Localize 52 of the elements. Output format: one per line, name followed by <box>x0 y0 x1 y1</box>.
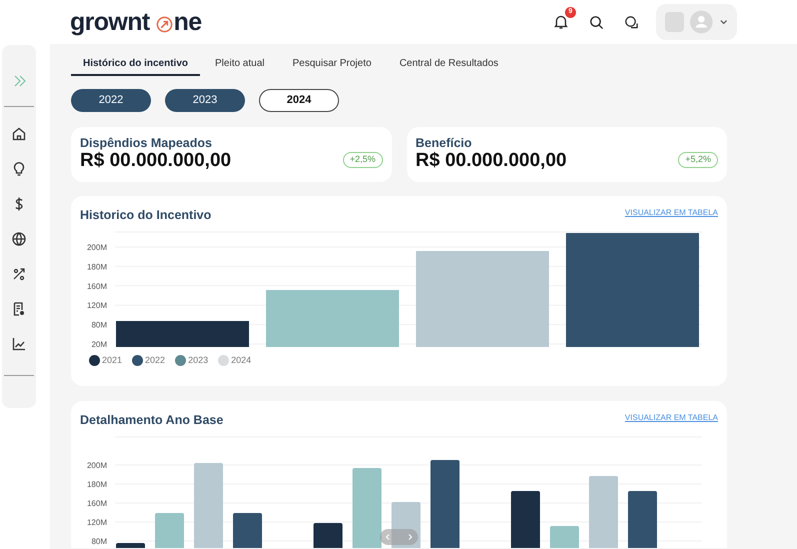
tab[interactable]: Pesquisar Projeto <box>280 52 384 76</box>
logo-text: ne <box>174 10 202 34</box>
chat-bubbles-icon <box>624 14 638 30</box>
search-icon <box>588 14 604 30</box>
year-filter-button[interactable]: 2023 <box>165 89 245 112</box>
legend-label: 2024 <box>231 354 252 367</box>
bar <box>314 522 342 548</box>
legend-label: 2023 <box>188 354 208 367</box>
tab[interactable]: Pleito atual <box>203 52 276 76</box>
bar <box>116 542 145 548</box>
kpi-title: Dispêndios Mapeados <box>80 136 213 150</box>
axis-label: 20M <box>91 340 107 349</box>
axis-label: 120M <box>86 300 107 310</box>
kpi-value: R$ 00.000.000,00 <box>80 150 232 172</box>
home-icon <box>11 126 27 142</box>
bar <box>511 490 540 548</box>
axis-label: 80M <box>91 536 107 546</box>
kpi-value: R$ 00.000.000,00 <box>416 150 567 172</box>
axis-label: 80M <box>91 320 107 330</box>
axis-label: 160M <box>86 498 107 508</box>
axis-label: 180M <box>86 480 107 489</box>
lightbulb-icon <box>11 161 27 177</box>
bar <box>392 502 420 548</box>
legend-label: 2021 <box>102 354 122 367</box>
tab[interactable]: Histórico do incentivo <box>71 52 200 76</box>
bell-icon <box>553 14 569 30</box>
document-icon <box>11 301 27 317</box>
year-filter-button[interactable]: 2022 <box>71 89 151 112</box>
change-badge: +2,5% <box>342 152 382 168</box>
change-badge: +5,2% <box>678 152 718 168</box>
chart-title: Detalhamento Ano Base <box>80 412 224 429</box>
axis-label: 200M <box>86 460 107 470</box>
percent-arrow-icon <box>11 266 27 282</box>
axis-label: 200M <box>86 242 107 252</box>
kpi-title: Benefício <box>416 136 473 150</box>
bar <box>628 490 657 548</box>
bar <box>550 526 579 548</box>
line-chart-icon <box>11 336 27 352</box>
bar <box>233 512 262 548</box>
avatar-icon <box>690 10 713 34</box>
logo-text: grownt <box>70 10 150 34</box>
legend-label: 2022 <box>145 354 166 367</box>
globe-icon <box>11 231 27 247</box>
bar <box>155 512 184 548</box>
chart-title: Historico do Incentivo <box>80 207 212 224</box>
year-filter-button[interactable]: 2024 <box>259 89 339 112</box>
axis-label: 180M <box>86 262 107 272</box>
arrow-circle-icon <box>156 16 173 32</box>
axis-label: 160M <box>86 282 107 291</box>
tab[interactable]: Central de Resultados <box>387 52 510 76</box>
axis-label: 120M <box>86 518 107 527</box>
chevron-down-icon <box>718 17 728 27</box>
